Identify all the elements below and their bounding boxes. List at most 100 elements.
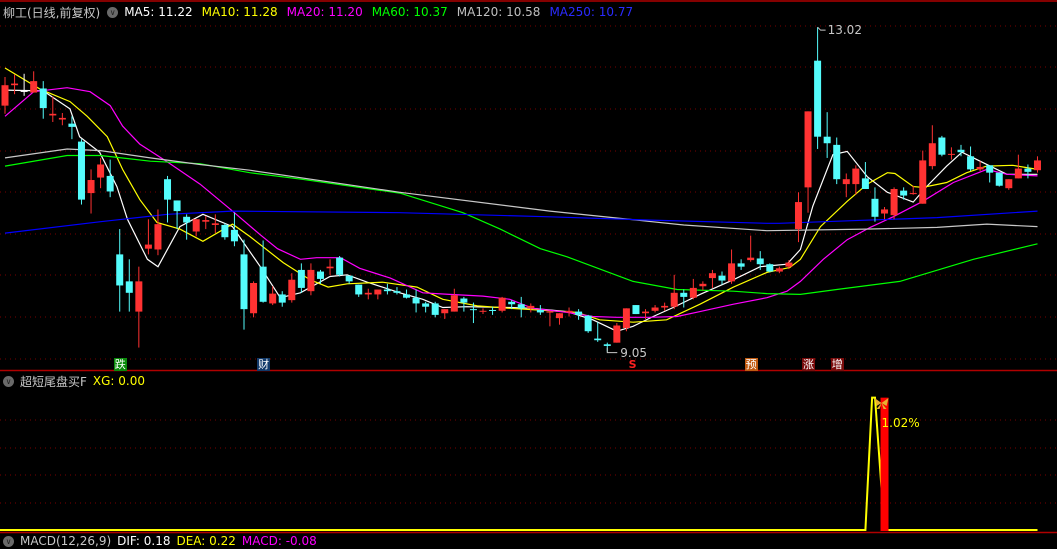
- candle-body: [355, 284, 363, 295]
- candle-body: [183, 216, 191, 223]
- candle-body: [240, 254, 248, 310]
- candle-body: [900, 190, 908, 196]
- candle-body: [374, 289, 382, 295]
- candle-body: [766, 264, 774, 272]
- candle-body: [632, 305, 640, 315]
- candle-body: [403, 294, 411, 298]
- macd-name: MACD(12,26,9): [20, 534, 112, 548]
- candle-body: [938, 137, 946, 155]
- indicator-name: 超短尾盘买F: [20, 374, 87, 389]
- candle-body: [125, 281, 133, 293]
- candle-body: [814, 60, 822, 137]
- signal-marker: 涨: [802, 358, 816, 371]
- candle-body: [489, 309, 497, 311]
- candle-body: [555, 313, 563, 319]
- candle-body: [575, 311, 583, 315]
- candle-body: [584, 315, 592, 332]
- candle-body: [1, 85, 9, 106]
- chevron-down-icon[interactable]: ∨: [3, 375, 14, 387]
- candle-body: [393, 291, 401, 293]
- candle-body: [336, 257, 344, 275]
- signal-marker: 预: [744, 358, 758, 371]
- candle-body: [498, 297, 506, 311]
- candle-body: [11, 83, 19, 86]
- candle-body: [546, 311, 554, 313]
- low-pointer: [606, 347, 618, 354]
- candle-body: [259, 266, 267, 302]
- candle-body: [756, 258, 764, 265]
- macd-value: MACD: -0.08: [241, 534, 317, 548]
- macd-dea: DEA: 0.22: [176, 534, 236, 548]
- stock-chart[interactable]: [0, 0, 1057, 541]
- candle-body: [651, 307, 659, 311]
- candle-body: [68, 123, 76, 127]
- candle-body: [890, 189, 898, 216]
- candle-body: [527, 305, 535, 309]
- candle-body: [297, 269, 305, 288]
- candle-body: [345, 275, 353, 282]
- candle-body: [594, 338, 602, 341]
- candle-body: [967, 156, 975, 170]
- candle-body: [1024, 168, 1032, 172]
- candle-body: [919, 160, 927, 204]
- signal-value-label: 1.02%: [882, 416, 920, 430]
- candle-body: [221, 224, 229, 238]
- xg-value: XG: 0.00: [92, 374, 146, 388]
- candle-body: [603, 344, 611, 346]
- signal-marker: 增: [830, 358, 844, 371]
- candle-body: [661, 305, 669, 308]
- macd-header: ∨ MACD(12,26,9) DIF: 0.18 DEA: 0.22 MACD…: [0, 533, 323, 549]
- signal-value: 1.02: [881, 415, 909, 430]
- candle-body: [986, 165, 994, 173]
- candle-body: [794, 202, 802, 230]
- candle-body: [173, 200, 181, 212]
- candle-body: [718, 275, 726, 281]
- candle-body: [87, 180, 95, 194]
- candle-body: [326, 266, 334, 269]
- candle-body: [928, 143, 936, 167]
- candle-body: [164, 179, 172, 200]
- candle-body: [680, 292, 688, 297]
- ma-legend-ma250: MA250: 10.77: [549, 5, 634, 19]
- main-header: 柳工(日线,前复权) ∨ MA5: 11.22 MA10: 11.28 MA20: …: [0, 4, 648, 20]
- candle-body: [469, 309, 477, 311]
- ma-legend-ma10: MA10: 11.28: [201, 5, 278, 19]
- chevron-down-icon[interactable]: ∨: [107, 6, 119, 18]
- candle-body: [20, 90, 28, 92]
- ma-legend-ma120: MA120: 10.58: [456, 5, 541, 19]
- candle-body: [77, 141, 85, 200]
- candle-body: [565, 310, 573, 313]
- signal-marker: 跌: [113, 358, 127, 371]
- candle-body: [250, 282, 258, 314]
- candle-body: [364, 292, 372, 295]
- candle-body: [737, 263, 745, 267]
- candle-body: [613, 325, 621, 343]
- candle-body: [823, 136, 831, 144]
- candle-body: [861, 178, 869, 190]
- candle-body: [699, 283, 707, 287]
- candle-body: [517, 304, 525, 309]
- candle-body: [230, 229, 238, 242]
- candle-body: [450, 295, 458, 312]
- candle-body: [154, 224, 162, 250]
- candle-body: [460, 298, 468, 303]
- candle-body: [976, 166, 984, 170]
- candle-body: [804, 111, 812, 188]
- candle-body: [995, 172, 1003, 186]
- ma-legend-ma20: MA20: 11.20: [286, 5, 363, 19]
- candle-body: [316, 271, 324, 279]
- candle-body: [211, 223, 219, 225]
- chevron-down-icon[interactable]: ∨: [3, 535, 14, 547]
- candle-body: [106, 175, 114, 192]
- candle-body: [441, 309, 449, 314]
- candle-body: [852, 168, 860, 185]
- candle-body: [30, 81, 38, 93]
- candle-body: [1033, 160, 1041, 171]
- candle-body: [670, 292, 678, 307]
- candle-body: [412, 297, 420, 304]
- macd-dif: DIF: 0.18: [117, 534, 171, 548]
- candle-body: [728, 263, 736, 282]
- candle-body: [833, 144, 841, 180]
- candle-body: [39, 88, 47, 109]
- candle-body: [785, 262, 793, 267]
